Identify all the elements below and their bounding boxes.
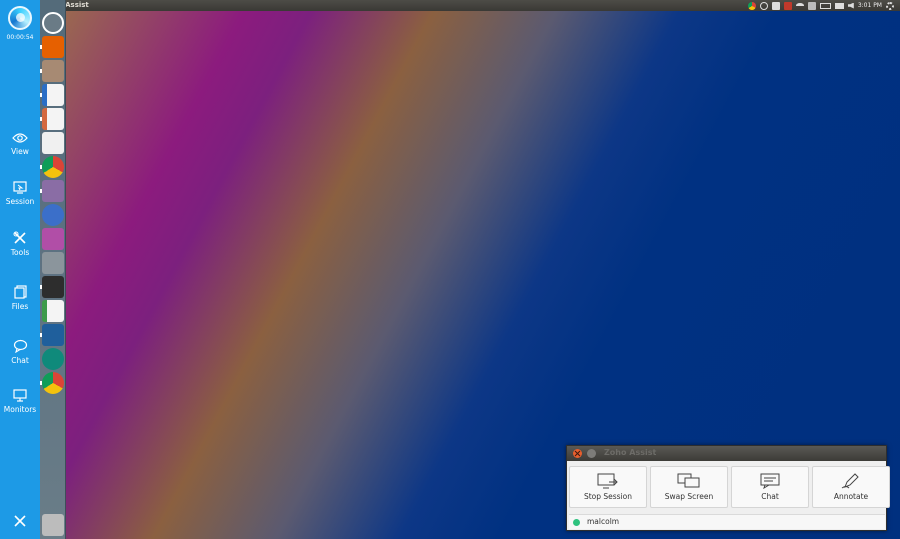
online-status-dot <box>573 519 580 526</box>
assist-control-window: Zoho Assist Stop Session Swap Screen Cha… <box>566 445 890 531</box>
app-launcher <box>40 0 66 539</box>
stop-session-button[interactable]: Stop Session <box>569 466 647 508</box>
assist-toolbar: 00:00:54 View Session Tools Files Chat M… <box>0 0 40 539</box>
wifi-icon[interactable] <box>795 3 804 8</box>
zoho-assist-logo <box>8 6 32 30</box>
gitkraken-icon[interactable] <box>42 348 64 370</box>
chat-action-button[interactable]: Chat <box>731 466 809 508</box>
swap-screen-label: Swap Screen <box>664 492 714 501</box>
running-indicator <box>40 333 42 337</box>
libreoffice-calc-icon[interactable] <box>42 300 64 322</box>
view-label: View <box>11 147 29 156</box>
view-button[interactable]: View <box>0 132 40 156</box>
image-viewer-icon[interactable] <box>42 324 64 346</box>
tools-label: Tools <box>10 248 30 257</box>
swap-screen-icon <box>677 473 700 488</box>
close-icon[interactable] <box>12 513 28 529</box>
libreoffice-impress-icon[interactable] <box>42 108 64 130</box>
annotate-button[interactable]: Annotate <box>812 466 890 508</box>
dropbox-icon[interactable] <box>783 1 792 10</box>
chat-label: Chat <box>11 356 29 365</box>
annotate-label: Annotate <box>833 492 869 501</box>
session-button[interactable]: Session <box>0 181 40 206</box>
technician-status: malcolm <box>569 514 885 529</box>
drive-icon[interactable] <box>42 252 64 274</box>
tools-button[interactable]: Tools <box>0 231 40 257</box>
files-icon <box>13 285 27 299</box>
session-label: Session <box>5 197 35 206</box>
running-indicator <box>40 165 42 169</box>
window-title: Zoho Assist <box>604 448 657 457</box>
system-settings-icon[interactable] <box>42 180 64 202</box>
stop-session-label: Stop Session <box>583 492 633 501</box>
monitors-button[interactable]: Monitors <box>0 389 40 414</box>
files-manager-icon[interactable] <box>42 60 64 82</box>
chrome-icon[interactable] <box>747 1 756 10</box>
window-close-button[interactable] <box>573 449 582 458</box>
monitor-icon <box>13 389 27 402</box>
annotate-pen-icon <box>841 473 859 489</box>
dash-home-icon[interactable] <box>42 12 64 34</box>
libreoffice-writer-icon[interactable] <box>42 84 64 106</box>
keyboard-icon[interactable] <box>771 1 780 10</box>
session-actions: Stop Session Swap Screen Chat Annotate <box>569 466 890 508</box>
running-indicator <box>40 69 42 73</box>
chrome-icon[interactable] <box>42 156 64 178</box>
sync-icon[interactable] <box>759 1 768 10</box>
chat-button[interactable]: Chat <box>0 339 40 365</box>
files-button[interactable]: Files <box>0 285 40 311</box>
running-indicator <box>40 117 42 121</box>
chat-icon <box>760 473 780 489</box>
running-indicator <box>40 189 42 193</box>
media-player-icon[interactable] <box>42 228 64 250</box>
chromium-icon[interactable] <box>42 372 64 394</box>
running-indicator <box>40 285 42 289</box>
window-titlebar[interactable]: Zoho Assist <box>567 446 886 461</box>
session-timer: 00:00:54 <box>6 34 34 41</box>
system-tray: 3:01 PM <box>747 1 894 10</box>
files-label: Files <box>11 302 29 311</box>
clock[interactable]: 3:01 PM <box>858 2 882 9</box>
stop-session-icon <box>597 473 618 489</box>
terminal-icon[interactable] <box>42 276 64 298</box>
running-indicator <box>40 381 42 385</box>
running-indicator <box>40 45 42 49</box>
session-icon <box>13 181 27 194</box>
trash-icon[interactable] <box>42 514 64 536</box>
chat-bubble-icon <box>13 339 27 353</box>
window-minimize-button[interactable] <box>587 449 596 458</box>
mail-icon[interactable] <box>834 2 844 9</box>
eye-icon <box>12 133 28 143</box>
technician-name: malcolm <box>587 517 620 526</box>
swap-screen-button[interactable]: Swap Screen <box>650 466 728 508</box>
settings-gear-icon[interactable] <box>886 1 894 10</box>
monitors-label: Monitors <box>3 405 37 414</box>
top-panel: Zoho Assist 3:01 PM <box>40 0 900 11</box>
amazon-icon[interactable] <box>42 132 64 154</box>
input-method-icon[interactable] <box>807 1 816 10</box>
volume-icon[interactable] <box>847 2 854 9</box>
running-indicator <box>40 93 42 97</box>
battery-icon[interactable] <box>819 2 831 9</box>
simplenote-icon[interactable] <box>42 204 64 226</box>
tools-icon <box>13 231 26 244</box>
chat-action-label: Chat <box>761 492 779 501</box>
firefox-icon[interactable] <box>42 36 64 58</box>
